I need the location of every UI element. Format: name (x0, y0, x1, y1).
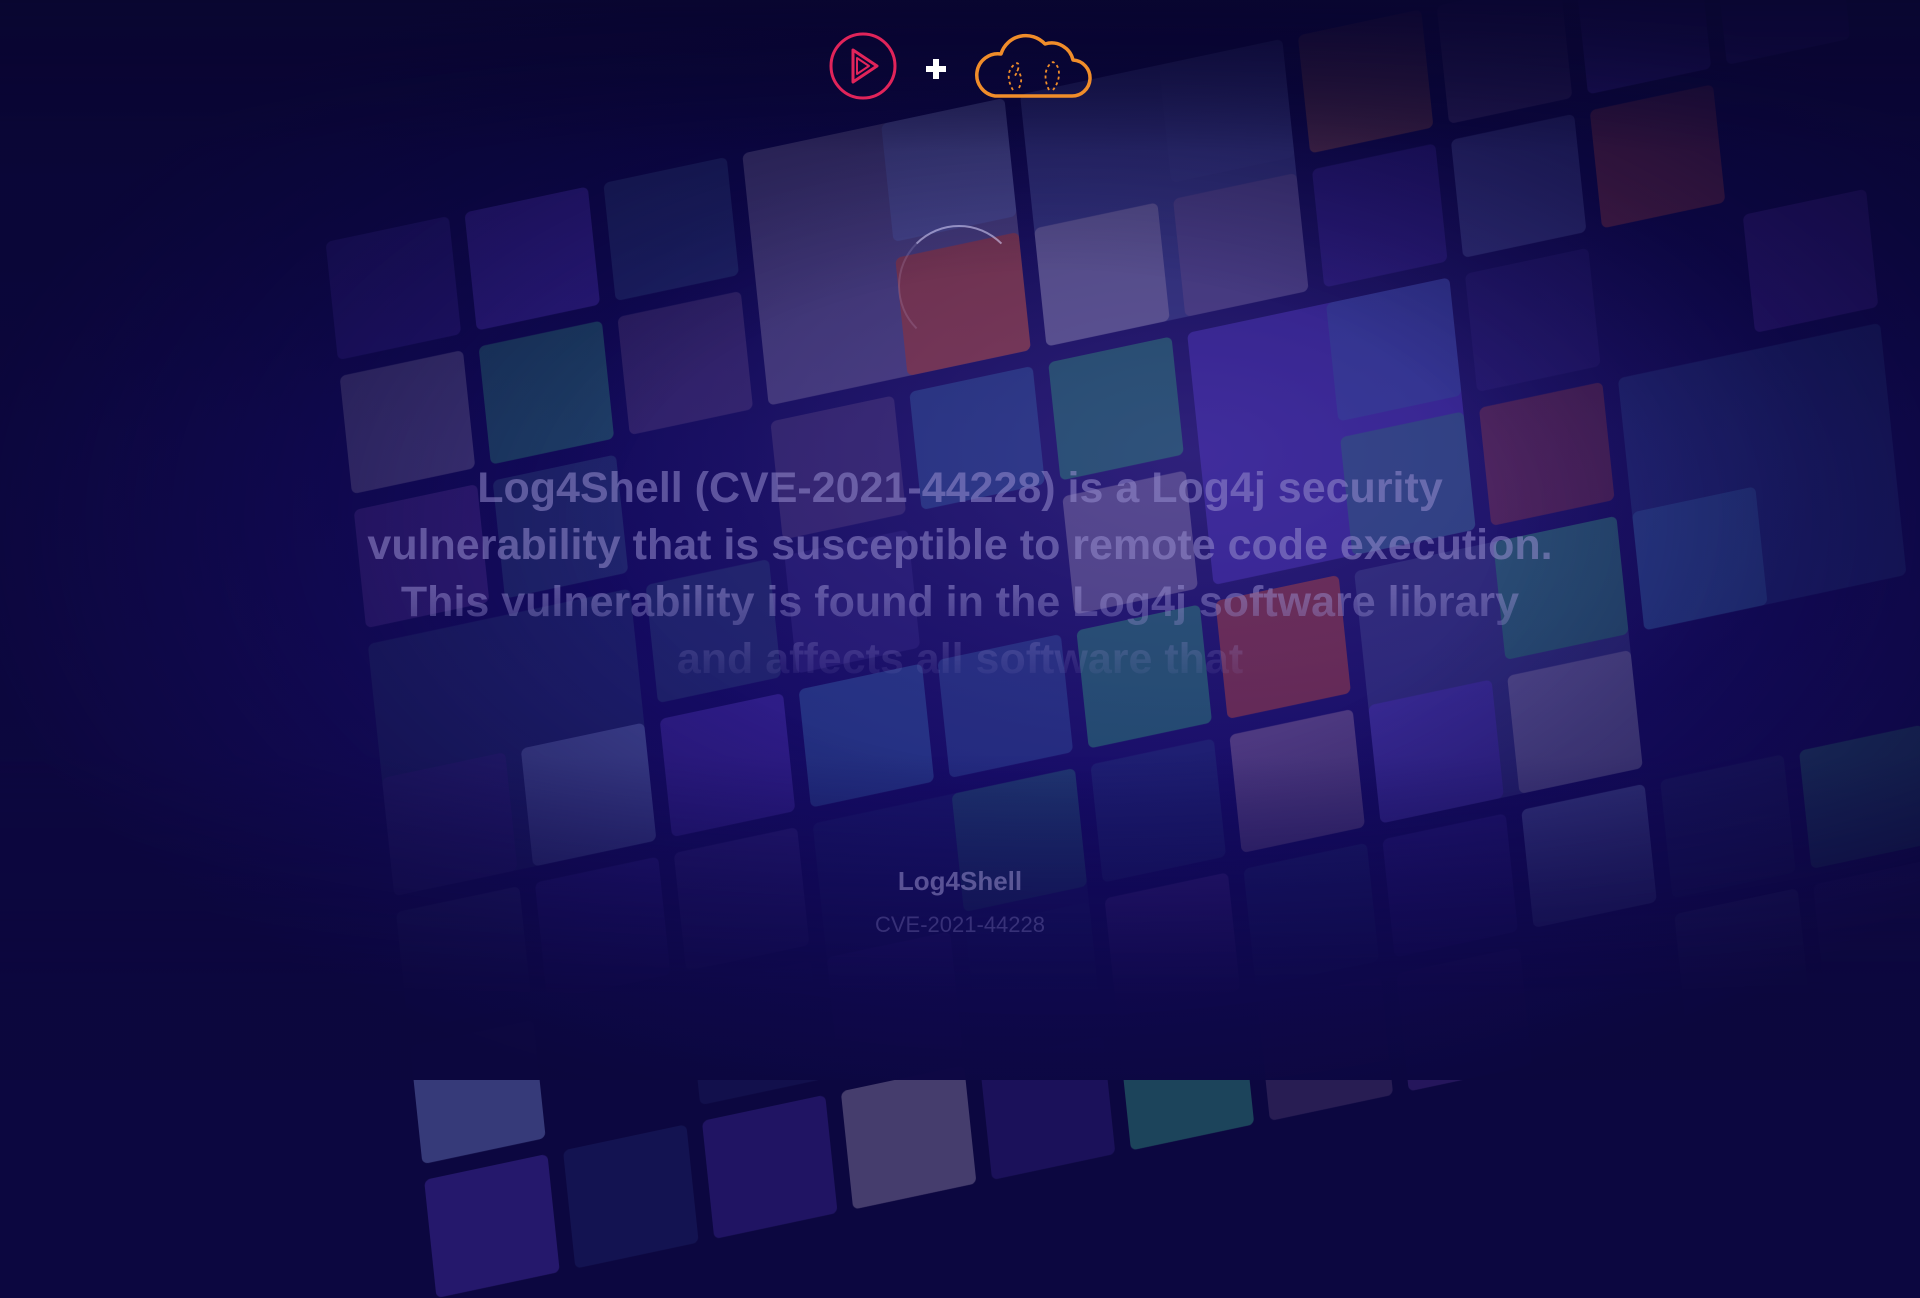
headline-text: Log4Shell (CVE-2021-44228) is a Log4j se… (367, 464, 1553, 683)
background-tile (563, 1124, 699, 1269)
plus-icon (926, 59, 946, 79)
brand-logos (0, 30, 1920, 102)
loading-spinner-icon (898, 225, 1020, 347)
cloud-guru-cloud-icon (975, 33, 1092, 98)
caption-title: Log4Shell (897, 866, 1023, 896)
background-tile (424, 1153, 560, 1298)
background-tile (701, 1094, 838, 1240)
caption-subtitle: CVE-2021-44228 (874, 912, 1045, 937)
background-tile (840, 1065, 977, 1210)
pluralsight-play-icon (829, 32, 897, 100)
